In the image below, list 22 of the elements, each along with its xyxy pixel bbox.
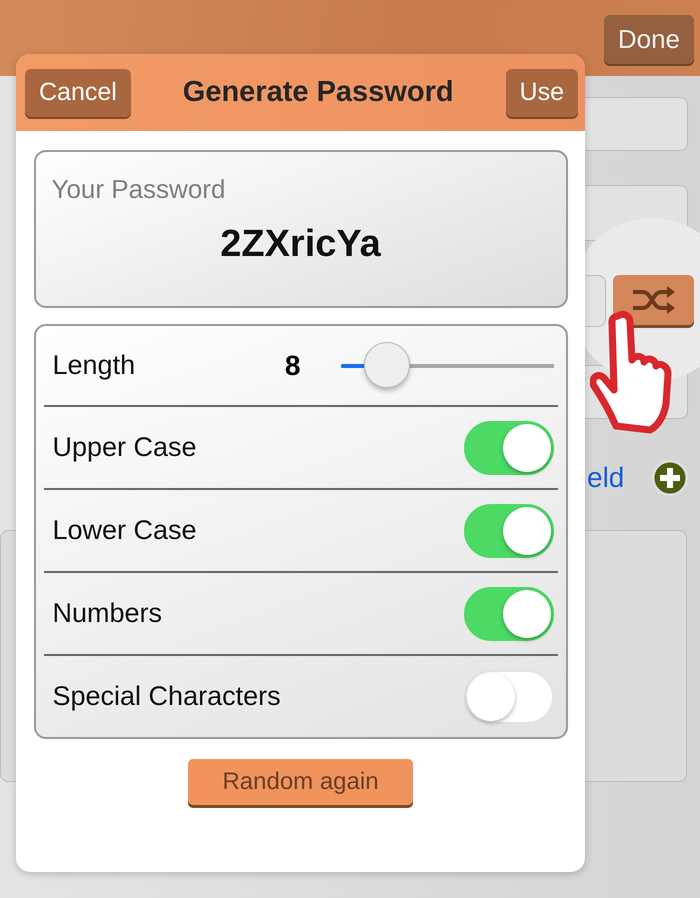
use-button[interactable]: Use	[506, 68, 578, 116]
option-label: Lower Case	[52, 515, 198, 546]
toggle-switch[interactable]	[464, 420, 554, 474]
password-label: Your Password	[52, 174, 226, 205]
toggle-switch[interactable]	[464, 504, 554, 558]
slider-thumb[interactable]	[364, 342, 410, 388]
password-text: 2ZXricYa	[220, 223, 381, 266]
cancel-button[interactable]: Cancel	[25, 68, 131, 116]
add-icon[interactable]	[651, 459, 689, 497]
option-label: Numbers	[52, 598, 164, 629]
toggle-switch[interactable]	[464, 586, 554, 640]
option-label: Length	[52, 350, 136, 381]
shuffle-button[interactable]	[613, 275, 694, 325]
option-label: Upper Case	[52, 432, 198, 463]
shuffle-icon	[630, 285, 676, 315]
length-value: 8	[284, 350, 300, 382]
random-again-button[interactable]: Random again	[188, 759, 413, 805]
add-field-link[interactable]: eld	[587, 462, 624, 494]
text-field[interactable]	[586, 275, 606, 327]
done-button[interactable]: Done	[604, 15, 694, 64]
option-label: Special Characters	[52, 681, 282, 712]
dialog-title: Generate Password	[182, 76, 454, 109]
